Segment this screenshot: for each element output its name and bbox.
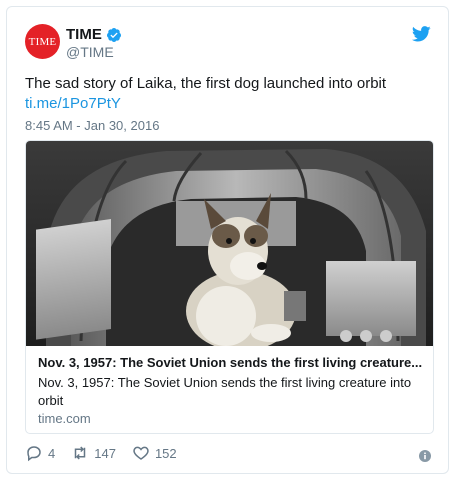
tweet-embed: TIME TIME @TIME The sad story of Laika, … [6, 6, 449, 474]
verified-badge-icon [106, 27, 121, 42]
tweet-text: The sad story of Laika, the first dog la… [25, 75, 387, 92]
handle[interactable]: @TIME [66, 44, 114, 60]
like-button[interactable]: 152 [132, 444, 177, 462]
card-image[interactable] [26, 141, 433, 346]
card-title[interactable]: Nov. 3, 1957: The Soviet Union sends the… [38, 354, 423, 371]
avatar-logo-text: TIME [28, 35, 57, 48]
like-icon [133, 446, 149, 460]
avatar[interactable]: TIME [25, 24, 60, 59]
like-count: 152 [154, 445, 177, 461]
retweet-icon [74, 446, 86, 460]
timestamp[interactable]: 8:45 AM - Jan 30, 2016 [25, 118, 159, 133]
tweet-link[interactable]: ti.me/1Po7PtY [25, 95, 121, 112]
info-icon[interactable] [419, 450, 431, 462]
retweet-button[interactable]: 147 [71, 444, 116, 462]
name-row: TIME [66, 26, 122, 43]
reply-icon [27, 446, 41, 462]
card-description: Nov. 3, 1957: The Soviet Union sends the… [38, 375, 412, 408]
reply-button[interactable]: 4 [25, 444, 55, 462]
twitter-bird-icon[interactable] [412, 26, 431, 42]
link-card[interactable]: Nov. 3, 1957: The Soviet Union sends the… [25, 140, 434, 434]
reply-count: 4 [48, 445, 56, 461]
retweet-count: 147 [94, 445, 116, 461]
tweet-actions: 4 147 152 [25, 444, 193, 462]
display-name[interactable]: TIME [66, 26, 102, 43]
card-domain: time.com [38, 411, 91, 426]
